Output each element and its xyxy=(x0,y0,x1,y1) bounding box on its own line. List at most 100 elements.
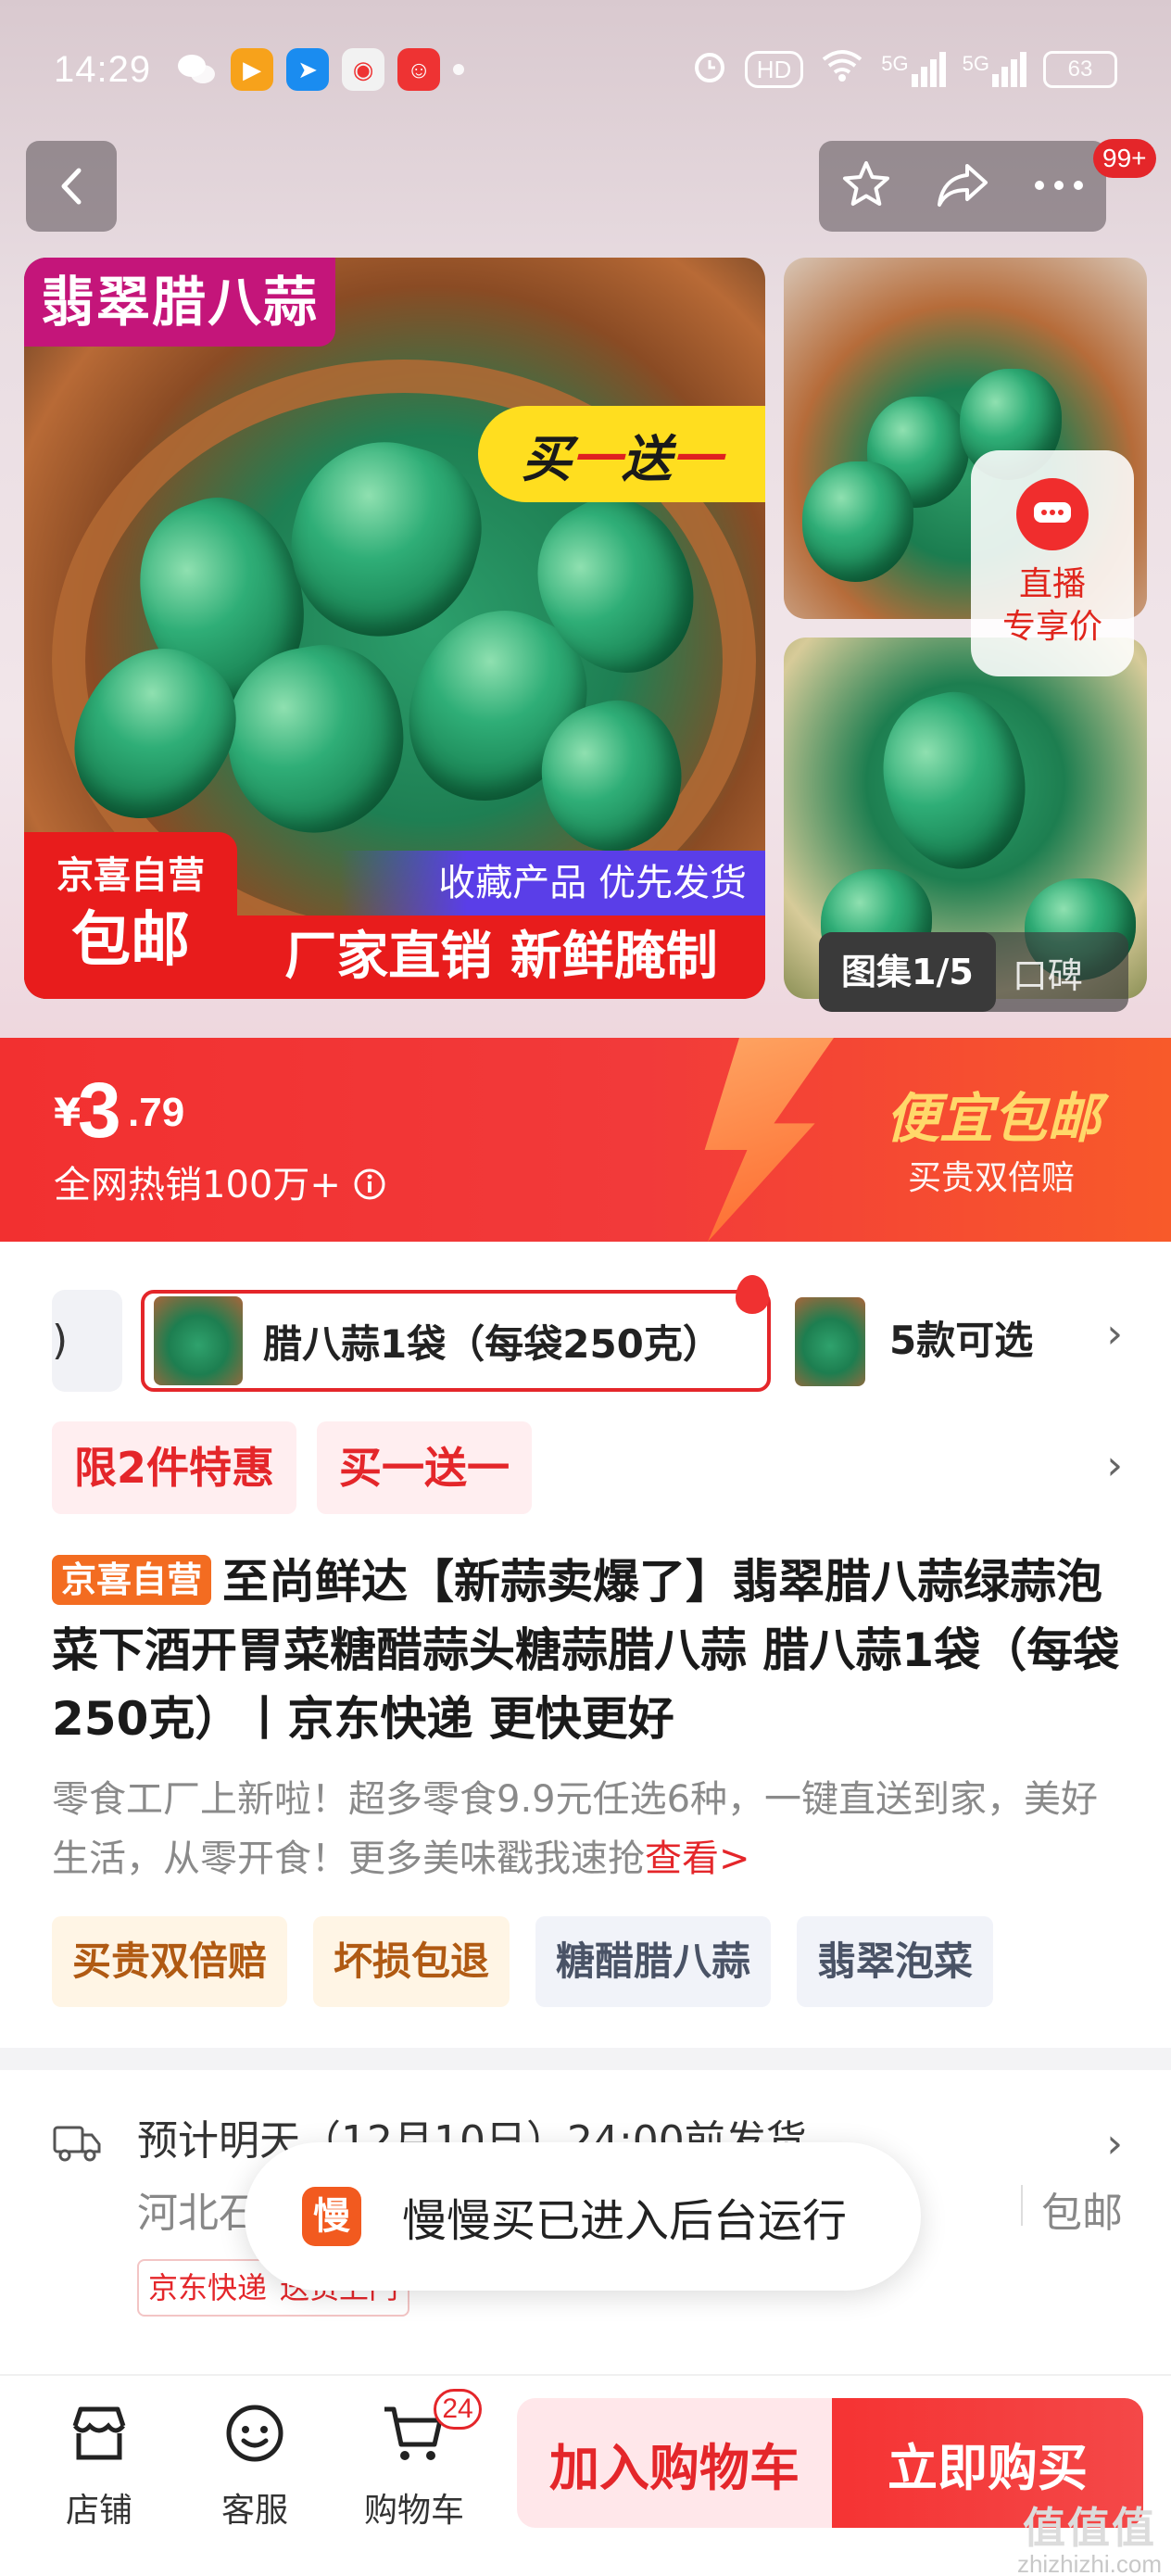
variant-thumbnail xyxy=(154,1296,243,1385)
promo-tag[interactable]: 限2件特惠 xyxy=(52,1421,297,1514)
product-gallery-area: 14:29 ▶ ➤ ◉ ☺ HD 5G 5G 63 翡翠腊八蒜 买 一 送 一 … xyxy=(0,0,1171,1038)
live-line2: 专享价 xyxy=(1001,608,1102,646)
feishu-icon: ➤ xyxy=(286,48,330,91)
add-to-cart-button[interactable]: 加入购物车 xyxy=(517,2398,832,2528)
variant-thumbnail-next[interactable] xyxy=(795,1297,865,1386)
feature-tag[interactable]: 坏损包退 xyxy=(313,1916,510,2007)
promo-tags: 限2件特惠 买一送一 xyxy=(52,1421,533,1514)
cheap-free-shipping-label: 便宜包邮 xyxy=(885,1087,1101,1150)
promo-char: 一 xyxy=(572,429,622,488)
section-divider xyxy=(0,2048,1171,2070)
more-dots-icon xyxy=(1034,180,1083,190)
signal-icon: 5G xyxy=(881,52,946,87)
live-icon xyxy=(1016,478,1089,550)
status-bar: 14:29 ▶ ➤ ◉ ☺ HD 5G 5G 63 xyxy=(0,37,1171,102)
top-action-group xyxy=(819,141,1106,232)
watermark-logo: 值值值 xyxy=(1022,2504,1156,2552)
main-product-image[interactable]: 翡翠腊八蒜 买 一 送 一 收藏产品 优先发货 厂家直销 新鲜腌制 京喜自营 包… xyxy=(24,258,765,999)
self-badge-line1: 京喜自营 xyxy=(57,854,205,897)
hd-indicator: HD xyxy=(744,51,804,88)
cart-button[interactable]: 24 购物车 xyxy=(345,2389,484,2532)
info-icon xyxy=(354,1168,385,1200)
feature-tag[interactable]: 买贵双倍赔 xyxy=(52,1916,288,2007)
price-integer: 3 xyxy=(78,1067,121,1154)
cart-label: 购物车 xyxy=(363,2492,464,2530)
self-operated-tag: 京喜自营 xyxy=(52,1555,212,1605)
site-watermark: 值值值 zhizhizhi.com xyxy=(1017,2506,1162,2576)
promo-char: 送 xyxy=(622,429,672,488)
promo-char: 买 xyxy=(522,429,572,488)
hot-sales-text[interactable]: 全网热销100万+ xyxy=(54,1155,386,1208)
self-badge-line2: 包邮 xyxy=(71,906,190,975)
more-menu-button[interactable] xyxy=(1033,178,1085,196)
message-badge: 99+ xyxy=(1093,139,1156,178)
factory-banner: 厂家直销 新鲜腌制 xyxy=(237,915,765,999)
variant-option-selected[interactable]: 腊八蒜1袋（每袋250克） xyxy=(141,1290,771,1392)
service-icon xyxy=(226,2405,283,2462)
chevron-right-icon[interactable]: › xyxy=(1106,1310,1123,1357)
battery-indicator: 63 xyxy=(1043,51,1117,88)
clock: 14:29 xyxy=(54,48,152,90)
wifi-icon xyxy=(820,48,864,91)
hot-sales-label: 全网热销100万+ xyxy=(54,1164,341,1206)
chevron-right-icon[interactable]: › xyxy=(1106,1442,1123,1489)
product-title-block: 京喜自营 至尚鲜达【新蒜卖爆了】翡翠腊八蒜绿蒜泡菜下酒开胃菜糖醋蒜头糖蒜腊八蒜 腊… xyxy=(52,1547,1127,1753)
price-guarantee-label: 买贵双倍赔 xyxy=(907,1159,1075,1197)
video-app-icon: ▶ xyxy=(231,48,274,91)
delivery-tag-1: 京东快递 xyxy=(148,2270,268,2305)
self-operated-badge: 京喜自营 包邮 xyxy=(24,832,237,999)
truck-icon xyxy=(53,2126,101,2162)
bottom-action-bar: 店铺 客服 24 购物车 加入购物车 立即购买 xyxy=(0,2374,1171,2576)
product-title: 京喜自营 至尚鲜达【新蒜卖爆了】翡翠腊八蒜绿蒜泡菜下酒开胃菜糖醋蒜头糖蒜腊八蒜 腊… xyxy=(52,1547,1127,1753)
manmanmai-app-icon: 慢 xyxy=(302,2187,361,2246)
live-price-badge[interactable]: 直播 专享价 xyxy=(971,450,1134,676)
chevron-left-icon xyxy=(61,168,82,205)
customer-service-button[interactable]: 客服 xyxy=(185,2398,324,2532)
product-description: 零食工厂上新啦！超多零食9.9元任选6种，一键直送到家，美好生活，从零开食！更多… xyxy=(52,1770,1127,1888)
feature-tag[interactable]: 翡翠泡菜 xyxy=(797,1916,994,2007)
background-running-toast: 慢 慢慢买已进入后台运行 xyxy=(245,2142,921,2291)
free-shipping-label: 包邮 xyxy=(1041,2190,1123,2237)
garlic-clove xyxy=(802,461,913,582)
system-indicators: HD 5G 5G 63 xyxy=(691,47,1117,92)
pet-app-icon: ◉ xyxy=(342,48,385,91)
alarm-icon xyxy=(691,47,728,92)
buy-one-get-one-banner: 买 一 送 一 xyxy=(478,406,765,502)
view-more-link[interactable]: 查看> xyxy=(645,1837,750,1880)
gallery-tab-images[interactable]: 图集1/5 xyxy=(819,932,996,1012)
shop-button[interactable]: 店铺 xyxy=(30,2398,169,2532)
separator xyxy=(1021,2185,1023,2226)
product-title-text: 至尚鲜达【新蒜卖爆了】翡翠腊八蒜绿蒜泡菜下酒开胃菜糖醋蒜头糖蒜腊八蒜 腊八蒜1袋… xyxy=(52,1555,1120,1746)
promo-tag[interactable]: 买一送一 xyxy=(317,1421,533,1514)
variant-option-previous[interactable]: ) xyxy=(52,1290,122,1392)
variant-count[interactable]: 5款可选 xyxy=(889,1290,1033,1392)
gallery-tab-reviews[interactable]: 口碑 xyxy=(996,947,1100,998)
promo-char: 一 xyxy=(672,429,722,488)
variant-selector: ) 腊八蒜1袋（每袋250克） 5款可选 › xyxy=(0,1275,1171,1394)
currency-symbol: ¥ xyxy=(54,1090,82,1135)
shop-label: 店铺 xyxy=(65,2492,132,2530)
signal-label-2: 5G xyxy=(962,52,989,75)
shop-icon xyxy=(72,2406,126,2460)
feature-tag[interactable]: 糖醋腊八蒜 xyxy=(535,1916,772,2007)
watermark-url: zhizhizhi.com xyxy=(1016,2550,1162,2576)
chevron-right-icon[interactable]: › xyxy=(1106,2120,1123,2167)
share-button[interactable] xyxy=(936,160,989,212)
gallery-switcher[interactable]: 图集1/5 口碑 xyxy=(819,932,1128,1012)
feature-tags: 买贵双倍赔 坏损包退 糖醋腊八蒜 翡翠泡菜 xyxy=(52,1916,994,2007)
star-icon xyxy=(843,161,890,206)
variant-label: 腊八蒜1袋（每袋250克） xyxy=(263,1320,722,1367)
hot-fire-icon xyxy=(736,1275,769,1314)
jd-app-icon: ☺ xyxy=(397,48,441,91)
share-icon xyxy=(937,164,988,207)
image-title-tag: 翡翠腊八蒜 xyxy=(24,258,336,347)
price-decimal: .79 xyxy=(128,1090,185,1135)
service-label: 客服 xyxy=(220,2492,288,2530)
description-text: 零食工厂上新啦！超多零食9.9元任选6种，一键直送到家，美好生活，从零开食！更多… xyxy=(52,1778,1099,1880)
favorite-star-button[interactable] xyxy=(840,158,892,214)
favorite-banner: 收藏产品 优先发货 xyxy=(339,851,765,915)
live-line1: 直播 xyxy=(1018,565,1086,603)
back-button[interactable] xyxy=(26,141,117,232)
notification-icons: ▶ ➤ ◉ ☺ xyxy=(175,48,441,91)
more-notifications-dot xyxy=(453,64,465,75)
